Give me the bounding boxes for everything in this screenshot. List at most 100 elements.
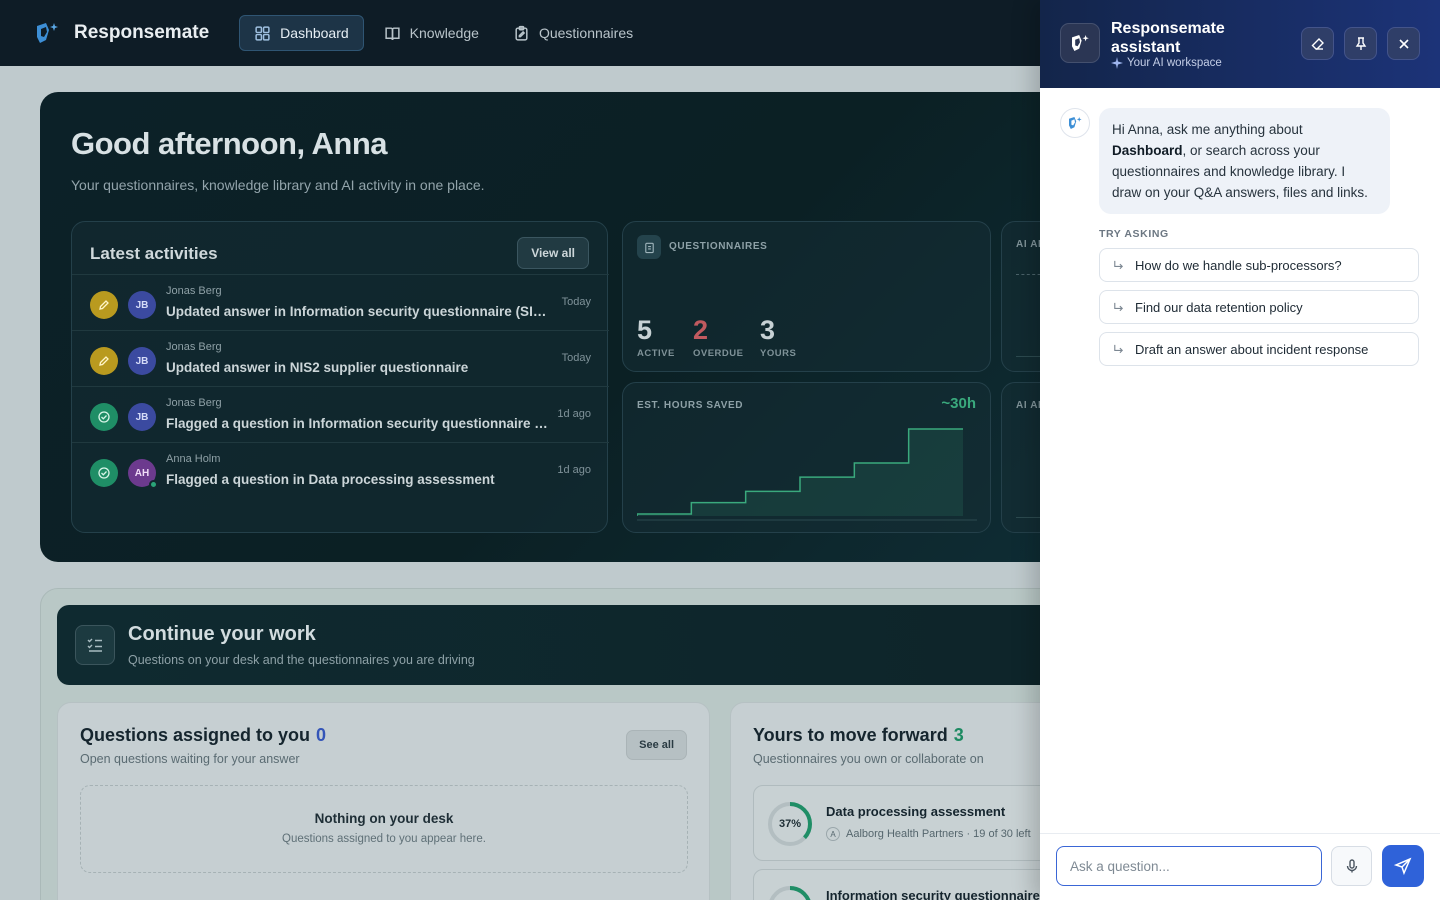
message-text: Hi Anna, ask me anything about (1112, 122, 1303, 137)
hours-saved-area (637, 429, 963, 516)
chart-baseline (1016, 356, 1040, 357)
microphone-icon (1346, 859, 1357, 873)
activity-user: Jonas Berg (166, 397, 222, 409)
assigned-title: Questions assigned to you (80, 725, 311, 745)
stat-label: YOURS (760, 348, 797, 359)
panel-title: Latest activities (90, 244, 218, 263)
pin-icon (1355, 36, 1366, 50)
brand-name: Responsemate (74, 22, 210, 43)
ai-panel[interactable]: AI AN (1001, 382, 1040, 533)
checklist-icon (75, 625, 115, 665)
avatar: JB (128, 347, 156, 375)
empty-state: Nothing on your desk Questions assigned … (80, 785, 688, 873)
assistant-avatar-icon (1060, 108, 1090, 138)
hours-saved-panel[interactable]: EST. HOURS SAVED ~30h (622, 382, 991, 533)
try-asking-label: TRY ASKING (1099, 228, 1169, 240)
card-subtitle: Open questions waiting for your answer (80, 752, 300, 766)
assistant-subtitle: Your AI workspace (1111, 57, 1222, 69)
suggestion-chip[interactable]: Find our data retention policy (1099, 290, 1419, 324)
activity-row[interactable]: JB Jonas Berg Flagged a question in Info… (72, 386, 609, 442)
nav-tab-label: Knowledge (409, 25, 479, 41)
suggestion-chip[interactable]: Draft an answer about incident response (1099, 332, 1419, 366)
see-all-button[interactable]: See all (626, 730, 687, 760)
avatar: AH (128, 459, 158, 489)
assistant-header: Responsemate assistant Your AI workspace (1040, 0, 1440, 88)
progress-ring: 37% (766, 800, 814, 848)
ai-panel[interactable]: AI AN (1001, 221, 1040, 372)
assistant-input-bar (1040, 833, 1440, 900)
progress-percent: 37% (778, 818, 802, 830)
suggestion-text: Draft an answer about incident response (1135, 341, 1369, 357)
ask-question-input[interactable] (1056, 846, 1322, 886)
continue-title: Continue your work (128, 623, 316, 645)
arrow-return-icon (1114, 260, 1124, 269)
questionnaire-name: Data processing assessment (826, 804, 1006, 819)
brand[interactable]: Responsemate (32, 18, 209, 48)
clear-chat-button[interactable] (1301, 27, 1334, 60)
activity-row[interactable]: JB Jonas Berg Updated answer in NIS2 sup… (72, 330, 609, 386)
microphone-button[interactable] (1331, 846, 1372, 886)
activity-user: Jonas Berg (166, 285, 222, 297)
hero-subtitle: Your questionnaires, knowledge library a… (71, 177, 485, 193)
nav-tab-questionnaires[interactable]: Questionnaires (499, 15, 647, 51)
stat-value: 3 (760, 315, 776, 345)
nav-tab-dashboard[interactable]: Dashboard (239, 15, 364, 51)
activity-time: Today (561, 352, 591, 364)
yours-count: 3 (953, 725, 964, 745)
activity-text: Updated answer in Information security q… (166, 304, 551, 319)
stat-active: 5 ACTIVE (637, 315, 675, 360)
ai-panel-label: AI AN (1016, 400, 1040, 411)
send-button[interactable] (1382, 845, 1424, 887)
suggestion-chip[interactable]: How do we handle sub-processors? (1099, 248, 1419, 282)
activity-user: Jonas Berg (166, 341, 222, 353)
stat-value: 5 (637, 315, 653, 345)
activity-time: 1d ago (557, 408, 591, 420)
online-status-dot (149, 480, 158, 489)
close-button[interactable] (1387, 27, 1420, 60)
questionnaires-stats-panel[interactable]: QUESTIONNAIRES 5 ACTIVE 2 OVERDUE 3 YOUR… (622, 221, 991, 372)
stat-value: 2 (693, 315, 709, 345)
nav-tab-label: Dashboard (280, 25, 349, 41)
check-circle-icon (90, 459, 118, 487)
stat-yours: 3 YOURS (760, 315, 797, 360)
arrow-return-icon (1114, 344, 1124, 353)
clipboard-edit-icon (515, 25, 528, 41)
empty-title: Nothing on your desk (314, 811, 454, 826)
view-all-button[interactable]: View all (517, 237, 589, 269)
assistant-logo-icon (1060, 23, 1100, 63)
org-tag: A (826, 827, 840, 841)
stat-label: OVERDUE (693, 348, 744, 359)
responsemate-logo-icon (37, 23, 58, 43)
pin-button[interactable] (1344, 27, 1377, 60)
eraser-icon (1311, 37, 1324, 50)
book-icon (385, 26, 400, 40)
avatar-initials: AH (134, 467, 150, 479)
hours-saved-chart (637, 428, 977, 521)
assistant-message: Hi Anna, ask me anything about Dashboard… (1099, 108, 1390, 214)
activity-time: 1d ago (557, 464, 591, 476)
sparkle-icon (1111, 57, 1123, 69)
questionnaire-name: Information security questionnaire (826, 888, 1040, 900)
activity-row[interactable]: AH Anna Holm Flagged a question in Data … (72, 442, 609, 498)
yours-title: Yours to move forward (753, 725, 948, 745)
greeting-heading: Good afternoon, Anna (71, 126, 388, 161)
pencil-icon (90, 347, 118, 375)
activity-user: Anna Holm (166, 453, 221, 465)
activity-row[interactable]: JB Jonas Berg Updated answer in Informat… (72, 274, 609, 330)
close-icon (1398, 38, 1409, 49)
assistant-drawer: Responsemate assistant Your AI workspace… (1040, 0, 1440, 900)
hours-saved-label: EST. HOURS SAVED (637, 400, 744, 411)
nav-tab-knowledge[interactable]: Knowledge (370, 15, 493, 51)
card-title: Yours to move forward 3 (753, 725, 964, 746)
dashed-line (1016, 274, 1040, 275)
ai-panel-label: AI AN (1016, 239, 1040, 250)
hours-saved-value: ~30h (941, 395, 976, 412)
questionnaires-label: QUESTIONNAIRES (669, 241, 768, 252)
arrow-return-icon (1114, 302, 1124, 311)
assistant-title: Responsemate assistant (1111, 20, 1225, 56)
assigned-count: 0 (316, 725, 327, 745)
continue-subtitle: Questions on your desk and the questionn… (128, 653, 475, 667)
assigned-questions-card: Questions assigned to you 0 Open question… (57, 702, 710, 900)
send-icon (1394, 857, 1412, 875)
card-subtitle: Questionnaires you own or collaborate on (753, 752, 984, 766)
